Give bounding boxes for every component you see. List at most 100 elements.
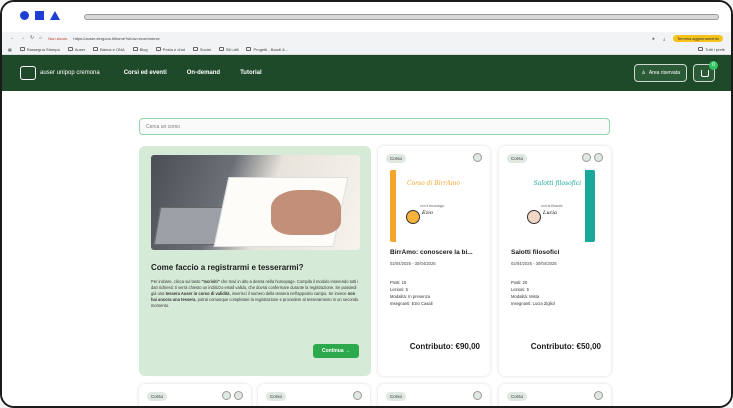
card-icons: [473, 153, 482, 162]
search-input[interactable]: Cerca un corso: [139, 118, 610, 135]
bookmark-item[interactable]: Banca e ONA: [93, 47, 125, 52]
course-card[interactable]: Corso: [258, 384, 370, 406]
accent-bar: [390, 170, 396, 242]
not-secure-label[interactable]: Non sicuro: [48, 36, 67, 41]
share-icon[interactable]: [353, 391, 362, 400]
bookmark-item[interactable]: Auser: [67, 47, 85, 52]
reload-icon[interactable]: ↻: [30, 35, 34, 41]
menu-item-tutorial[interactable]: Tutorial: [240, 70, 262, 76]
download-icon[interactable]: ⤓: [663, 36, 665, 41]
course-dates: 02/04/2025 - 30/04/2025: [390, 261, 436, 266]
course-price: Contributo: €50,00: [530, 342, 601, 351]
star-icon[interactable]: ★: [652, 36, 656, 41]
check-icon[interactable]: [222, 391, 231, 400]
course-card[interactable]: Corso Salotti filosofici con la filosofa…: [499, 146, 611, 376]
thumb-subtitle: con il tecnologo: [420, 204, 445, 208]
square-icon[interactable]: [35, 11, 44, 20]
bookmark-item[interactable]: Siti utili: [218, 47, 238, 52]
site-header: auser unipop cremona Corsi ed eventi On-…: [2, 55, 731, 91]
user-icon: ♙: [641, 70, 646, 76]
bookmark-item[interactable]: Social: [192, 47, 211, 52]
bookmark-item[interactable]: Rassegna Stampa: [19, 47, 60, 52]
share-icon[interactable]: [594, 153, 603, 162]
info-text: Per iniziare, clicca sul tasto "Iscrivit…: [151, 279, 359, 308]
card-icons: [473, 391, 482, 400]
forward-icon[interactable]: →: [20, 35, 25, 41]
logo-icon: [20, 66, 36, 80]
course-tag: Corso: [386, 392, 407, 401]
teacher-avatar: [406, 210, 420, 224]
back-icon[interactable]: ←: [10, 35, 15, 41]
share-icon[interactable]: [594, 391, 603, 400]
logo-text: auser unipop cremona: [40, 70, 100, 76]
main-menu: Corsi ed eventi On-demand Tutorial: [124, 70, 262, 76]
bookmark-item[interactable]: Posta e chat: [155, 47, 185, 52]
site-logo[interactable]: auser unipop cremona: [20, 66, 100, 80]
all-bookmarks[interactable]: Tutti i prefe: [698, 47, 725, 52]
course-card[interactable]: Corso: [378, 384, 490, 406]
apps-icon[interactable]: ▦: [8, 47, 12, 52]
home-icon[interactable]: ⌂: [39, 35, 42, 41]
header-actions: ♙ Area riservata 0: [634, 61, 718, 82]
folder-icon: [132, 47, 138, 51]
thumb-title: Salotti filosofici: [533, 180, 581, 187]
course-tag: Corso: [266, 392, 287, 401]
thumb-name: Lucia: [543, 210, 557, 216]
device-frame: ← → ↻ ⌂ Non sicuro https://auser.dergoos…: [0, 0, 733, 408]
folder-icon: [19, 47, 25, 51]
card-icons: [353, 391, 362, 400]
area-riservata-button[interactable]: ♙ Area riservata: [634, 64, 687, 82]
course-title[interactable]: BirrAmo: conoscere la bi...: [390, 249, 473, 256]
bookmark-item[interactable]: Blog: [132, 47, 148, 52]
menu-item-corsi[interactable]: Corsi ed eventi: [124, 70, 167, 76]
course-thumbnail: Salotti filosofici con la filosofa Lucia: [511, 170, 595, 242]
check-icon[interactable]: [582, 153, 591, 162]
course-tag: Corso: [507, 154, 528, 163]
circle-icon[interactable]: [20, 11, 29, 20]
share-icon[interactable]: [234, 391, 243, 400]
triangle-icon[interactable]: [50, 11, 60, 20]
card-icons: [222, 391, 243, 400]
update-button[interactable]: Termina aggiornamento: [672, 34, 723, 42]
address-bar-actions: ★ ⤓ Termina aggiornamento: [652, 34, 723, 42]
folder-icon: [155, 47, 161, 51]
registration-info-card: Come faccio a registrarmi e tesserarmi? …: [139, 146, 371, 376]
cart-button[interactable]: 0: [693, 61, 718, 82]
course-card[interactable]: Corso Corso di BirrAmo con il tecnologo …: [378, 146, 490, 376]
accent-bar: [585, 170, 595, 242]
bookmark-item[interactable]: Progetti - Bandi &...: [246, 47, 288, 52]
menu-item-on-demand[interactable]: On-demand: [187, 70, 220, 76]
bookmarks-bar: ▦ Rassegna Stampa Auser Banca e ONA Blog…: [2, 44, 731, 55]
folder-icon: [192, 47, 198, 51]
course-meta: Posti: 15 Lezioni: 5 Modalità: In presen…: [390, 280, 433, 306]
hand-shape: [271, 190, 341, 235]
teacher-avatar: [527, 210, 541, 224]
course-title[interactable]: Salotti filosofici: [511, 249, 559, 256]
folder-icon: [218, 47, 224, 51]
main-content: Cerca un corso Come faccio a registrarmi…: [2, 91, 731, 406]
card-icons: [594, 391, 603, 400]
cart-badge: 0: [709, 61, 718, 70]
thumb-subtitle: con la filosofa: [541, 204, 563, 208]
url-text[interactable]: https://auser.dergoos.it/home?show=ecomm…: [73, 36, 159, 41]
folder-icon: [93, 47, 99, 51]
share-icon[interactable]: [473, 153, 482, 162]
course-tag: Corso: [507, 392, 528, 401]
course-card[interactable]: Corso: [139, 384, 251, 406]
share-icon[interactable]: [473, 391, 482, 400]
course-tag: Corso: [386, 154, 407, 163]
address-bar[interactable]: ← → ↻ ⌂ Non sicuro https://auser.dergoos…: [2, 32, 731, 44]
course-price: Contributo: €90,00: [409, 342, 480, 351]
course-dates: 02/04/2025 - 30/04/2025: [511, 261, 557, 266]
course-card[interactable]: Corso: [499, 384, 611, 406]
folder-icon: [246, 47, 252, 51]
continue-button[interactable]: Continua →: [313, 344, 359, 358]
card-icons: [582, 153, 603, 162]
course-thumbnail: Corso di BirrAmo con il tecnologo Ezio: [390, 170, 474, 242]
course-tag: Corso: [147, 392, 168, 401]
folder-icon: [67, 47, 73, 51]
thumb-title: Corso di BirrAmo: [406, 180, 460, 187]
thumb-name: Ezio: [422, 210, 433, 216]
window-title-strip: [2, 2, 731, 32]
info-title: Come faccio a registrarmi e tesserarmi?: [151, 263, 304, 272]
